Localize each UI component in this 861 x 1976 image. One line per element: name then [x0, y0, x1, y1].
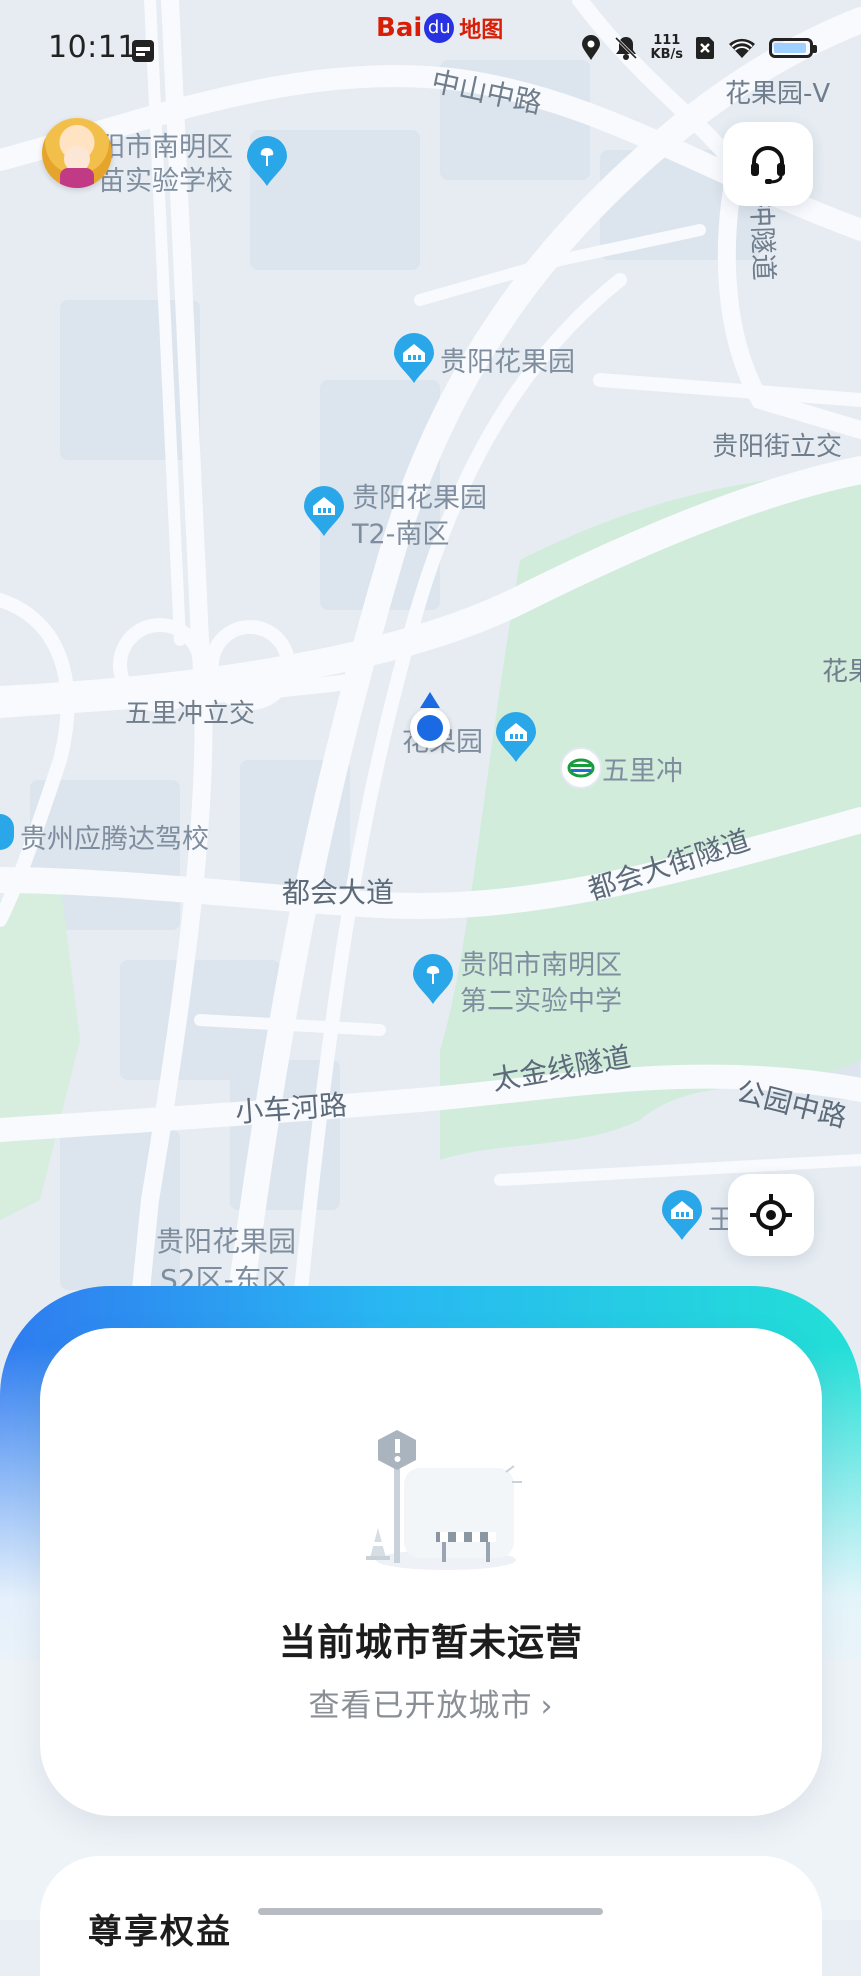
wifi-icon — [729, 38, 755, 58]
baidu-map-logo: Bai du 地图 — [376, 8, 503, 48]
net-speed: 111 KB/s — [651, 34, 683, 62]
locate-button[interactable] — [728, 1174, 814, 1256]
residential-pin-icon[interactable] — [660, 1190, 704, 1242]
school-pin-icon[interactable] — [245, 136, 289, 188]
calendar-icon — [132, 40, 154, 62]
label-guiyang-street-interchange: 贵阳街立交 — [712, 432, 842, 462]
mute-icon — [614, 36, 637, 60]
net-speed-unit: KB/s — [650, 47, 683, 62]
logo-text-ditu: 地图 — [459, 18, 504, 43]
benefits-title: 尊享权益 — [88, 1912, 232, 1952]
avatar[interactable] — [42, 118, 112, 188]
poi-label-huaguoyuan: 贵阳花果园 — [440, 347, 575, 378]
sim-off-icon — [696, 37, 714, 59]
view-open-cities-label: 查看已开放城市 — [308, 1688, 533, 1724]
home-indicator[interactable] — [258, 1908, 603, 1915]
poi-label-t2-line2: T2-南区 — [352, 519, 450, 550]
residential-pin-icon[interactable] — [392, 333, 436, 385]
benefits-card[interactable]: 尊享权益 — [40, 1856, 822, 1976]
user-location-marker — [408, 692, 452, 754]
label-chong-tunnel: 冲隧道 — [745, 199, 779, 281]
city-not-operating-title: 当前城市暂未运营 — [279, 1621, 583, 1664]
school-pin-icon[interactable] — [411, 954, 455, 1006]
status-bar: 10:11 Bai du 地图 111 KB/s — [0, 0, 861, 100]
locate-crosshair-icon — [750, 1194, 792, 1236]
view-open-cities-link[interactable]: 查看已开放城市 › — [40, 1680, 822, 1725]
poi-label-s2: 贵阳花果园 — [156, 1225, 297, 1258]
customer-service-button[interactable] — [723, 122, 813, 206]
label-wulichong-interchange: 五里冲立交 — [125, 699, 255, 729]
poi-label-t2: 贵阳花果园 — [352, 483, 487, 514]
poi-label-driving-school: 贵州应腾达驾校 — [20, 824, 209, 855]
battery-fill — [774, 43, 806, 53]
label-hua-right: 花果 — [822, 657, 861, 687]
residential-pin-icon[interactable] — [302, 486, 346, 538]
metro-station-icon[interactable] — [560, 747, 602, 789]
logo-text-bai: Bai — [376, 13, 423, 43]
chevron-right-icon: › — [540, 1689, 554, 1724]
logo-text-du: du — [424, 13, 455, 43]
status-icons: 111 KB/s — [581, 34, 817, 62]
net-speed-value: 111 — [653, 33, 681, 48]
residential-pin-icon[interactable] — [494, 712, 538, 764]
battery-icon — [769, 38, 817, 58]
headset-icon — [751, 146, 785, 184]
status-time: 10:11 — [48, 30, 137, 65]
poi-label-school-2: 贵阳市南明区 — [460, 950, 622, 981]
poi-label-wulichong: 五里冲 — [602, 756, 683, 787]
label-duhui-avenue: 都会大道 — [282, 876, 394, 909]
road-closed-illustration — [366, 1430, 522, 1570]
poi-label-school-2-line2: 第二实验中学 — [460, 986, 622, 1017]
poi-label-line2: 苗实验学校 — [98, 166, 233, 197]
city-status-card: 当前城市暂未运营 查看已开放城市 › — [40, 1328, 822, 1816]
location-icon — [581, 35, 600, 60]
